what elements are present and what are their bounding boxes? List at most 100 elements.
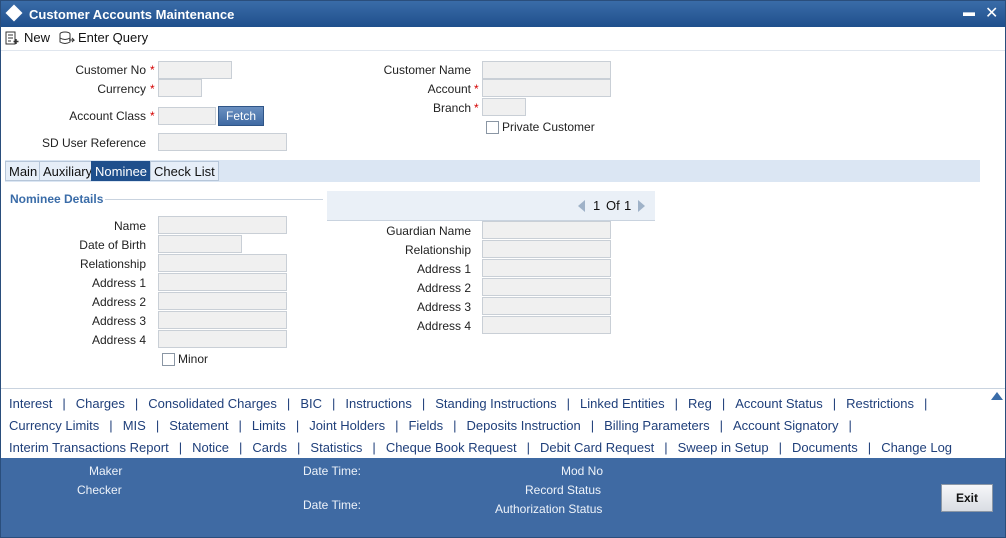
required-marker: * [150, 82, 155, 96]
link-restrictions[interactable]: Restrictions [846, 396, 914, 411]
required-marker: * [474, 82, 479, 96]
link-separator: | [664, 440, 668, 455]
new-button[interactable]: New [5, 30, 50, 45]
link-interim-transactions-report[interactable]: Interim Transactions Report [9, 440, 169, 455]
link-separator: | [238, 418, 242, 433]
audit-footer: Maker Checker Date Time: Date Time: Mod … [1, 458, 1005, 537]
link-billing-parameters[interactable]: Billing Parameters [604, 418, 710, 433]
link-separator: | [721, 396, 726, 411]
link-separator: | [372, 440, 376, 455]
guardian-relationship-label: Relationship [404, 243, 471, 257]
guardian-address-2-label: Address 2 [416, 281, 471, 295]
address-3-input[interactable] [158, 311, 287, 329]
link-fields[interactable]: Fields [408, 418, 443, 433]
link-change-log[interactable]: Change Log [881, 440, 952, 455]
guardian-address-2-input[interactable] [482, 278, 611, 296]
account-class-label: Account Class [69, 109, 146, 123]
fetch-button[interactable]: Fetch [218, 106, 264, 126]
link-bic[interactable]: BIC [300, 396, 322, 411]
link-account-signatory[interactable]: Account Signatory [733, 418, 839, 433]
guardian-relationship-input[interactable] [482, 240, 611, 258]
link-currency-limits[interactable]: Currency Limits [9, 418, 99, 433]
link-linked-entities[interactable]: Linked Entities [580, 396, 665, 411]
guardian-address-1-label: Address 1 [416, 262, 471, 276]
address-1-label: Address 1 [91, 276, 146, 290]
private-customer-checkbox[interactable] [486, 121, 499, 134]
link-documents[interactable]: Documents [792, 440, 858, 455]
link-separator: | [295, 418, 300, 433]
address-2-input[interactable] [158, 292, 287, 310]
address-4-input[interactable] [158, 330, 287, 348]
guardian-name-input[interactable] [482, 221, 611, 239]
record-status-label: Record Status [525, 483, 602, 497]
link-separator: | [286, 396, 291, 411]
link-instructions[interactable]: Instructions [345, 396, 411, 411]
link-cheque-book-request[interactable]: Cheque Book Request [386, 440, 517, 455]
link-separator: | [109, 418, 113, 433]
checker-label: Checker [77, 483, 122, 497]
link-reg[interactable]: Reg [688, 396, 712, 411]
close-button[interactable]: ✕ [985, 3, 998, 23]
subsystem-links: Interest | Charges | Consolidated Charges | BI… [1, 388, 1005, 458]
customer-name-label: Customer Name [383, 63, 471, 77]
link-separator: | [590, 418, 595, 433]
customer-accounts-window: Customer Accounts Maintenance ▬ ✕ New En… [0, 0, 1006, 538]
link-separator: | [848, 418, 852, 433]
minimize-button[interactable]: ▬ [963, 5, 975, 19]
link-deposits-instruction[interactable]: Deposits Instruction [467, 418, 581, 433]
link-interest[interactable]: Interest [9, 396, 52, 411]
link-notice[interactable]: Notice [192, 440, 229, 455]
nominee-details-title: Nominee Details [10, 192, 104, 206]
tab-main[interactable]: Main [5, 161, 42, 181]
branch-input[interactable] [482, 98, 526, 116]
guardian-address-4-input[interactable] [482, 316, 611, 334]
link-sweep-in-setup[interactable]: Sweep in Setup [678, 440, 769, 455]
link-limits[interactable]: Limits [252, 418, 286, 433]
currency-input[interactable] [158, 79, 202, 97]
account-class-input[interactable] [158, 107, 216, 125]
link-debit-card-request[interactable]: Debit Card Request [540, 440, 654, 455]
guardian-address-3-input[interactable] [482, 297, 611, 315]
date-of-birth-input[interactable] [158, 235, 242, 253]
link-separator: | [778, 440, 783, 455]
required-marker: * [150, 63, 155, 77]
address-2-label: Address 2 [91, 295, 146, 309]
tab-nominee[interactable]: Nominee [91, 161, 152, 181]
nominee-name-input[interactable] [158, 216, 287, 234]
address-1-input[interactable] [158, 273, 287, 291]
triangle-up-icon[interactable] [991, 392, 1003, 400]
link-charges[interactable]: Charges [76, 396, 125, 411]
link-account-status[interactable]: Account Status [735, 396, 822, 411]
link-separator: | [924, 396, 928, 411]
customer-no-input[interactable] [158, 61, 232, 79]
relationship-input[interactable] [158, 254, 287, 272]
triangle-right-icon[interactable] [638, 200, 645, 212]
account-label: Account [427, 82, 471, 96]
link-joint-holders[interactable]: Joint Holders [309, 418, 385, 433]
mod-no-label: Mod No [561, 464, 604, 478]
link-separator: | [832, 396, 837, 411]
guardian-address-1-input[interactable] [482, 259, 611, 277]
minor-checkbox[interactable] [162, 353, 175, 366]
triangle-left-icon[interactable] [578, 200, 585, 212]
tab-bar: Main Auxiliary Nominee Check List [5, 160, 980, 182]
sd-user-reference-input[interactable] [158, 133, 287, 151]
customer-name-input[interactable] [482, 61, 611, 79]
link-cards[interactable]: Cards [252, 440, 287, 455]
link-statistics[interactable]: Statistics [310, 440, 362, 455]
minor-label: Minor [178, 352, 209, 366]
address-3-label: Address 3 [91, 314, 146, 328]
title-bar: Customer Accounts Maintenance ▬ ✕ [1, 1, 1005, 27]
link-consolidated-charges[interactable]: Consolidated Charges [148, 396, 277, 411]
account-input[interactable] [482, 79, 611, 97]
tab-check-list[interactable]: Check List [150, 161, 219, 181]
link-separator: | [297, 440, 301, 455]
link-statement[interactable]: Statement [169, 418, 228, 433]
enter-query-button[interactable]: Enter Query [59, 30, 148, 45]
link-standing-instructions[interactable]: Standing Instructions [435, 396, 556, 411]
link-mis[interactable]: MIS [123, 418, 146, 433]
exit-button[interactable]: Exit [941, 484, 993, 512]
tab-auxiliary[interactable]: Auxiliary [39, 161, 97, 181]
link-separator: | [395, 418, 399, 433]
links-row-3: Interim Transactions Report | Notice | Cards… [9, 440, 952, 455]
